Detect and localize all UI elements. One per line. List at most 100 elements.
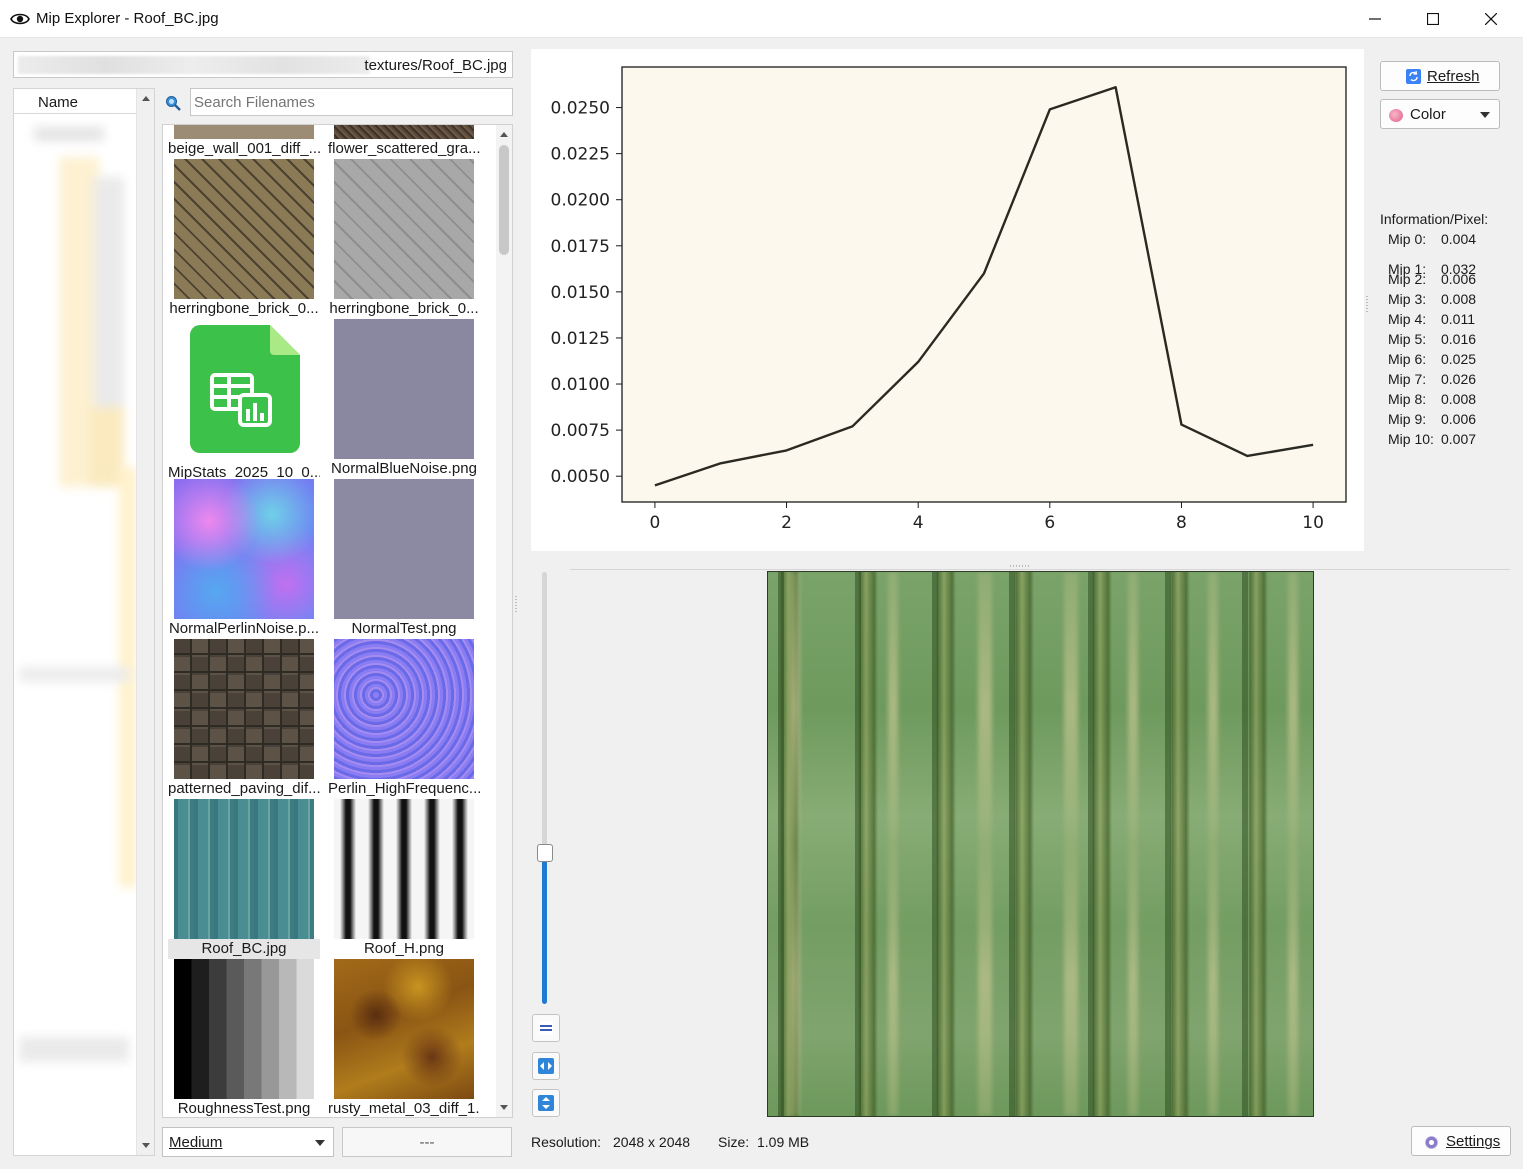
thumbnail-tile[interactable]: rusty_metal_03_diff_1... (328, 959, 480, 1117)
thumbnail-tile[interactable]: RoughnessTest.png (168, 959, 320, 1117)
refresh-button[interactable]: Refresh (1380, 61, 1500, 91)
color-label: Color (1410, 106, 1446, 123)
thumbnail-tile[interactable]: Perlin_HighFrequenc... (328, 639, 480, 799)
mip-info-row: Mip 8: 0.008 (1388, 391, 1498, 411)
redacted-tree-content (19, 127, 137, 1062)
scrollbar-thumb[interactable] (499, 145, 509, 255)
x-tick-label: 10 (1302, 513, 1324, 533)
thumbnail-tile[interactable]: beige_wall_001_diff_... (168, 125, 320, 159)
thumbnail-label: RoughnessTest.png (177, 1100, 311, 1117)
y-tick-label: 0.0150 (551, 283, 610, 303)
tree-scrollbar[interactable] (136, 89, 154, 1155)
mip-slider-fill (542, 852, 547, 1004)
thumbnail-tile[interactable]: NormalPerlinNoise.p... (168, 479, 320, 639)
folder-tree[interactable]: Name (13, 88, 155, 1156)
mip-info-chart: 0 2 4 6 8 10 0.0050 0.0075 0.0100 0.0125 0.0150 0.0… (531, 49, 1364, 551)
thumbnail-image (334, 959, 474, 1099)
mip-info-row: Mip 9: 0.006 (1388, 411, 1498, 431)
fit-width-button[interactable] (532, 1052, 560, 1080)
thumbnail-image (174, 959, 314, 1099)
tree-column-header[interactable]: Name (14, 89, 139, 114)
mip-info-label: Mip 4: (1388, 311, 1427, 327)
mip-info-value: 0.008 (1441, 291, 1477, 307)
close-button[interactable] (1462, 0, 1520, 38)
splitter-grip[interactable] (515, 596, 517, 612)
y-tick-label: 0.0175 (551, 237, 610, 257)
y-tick-label: 0.0250 (551, 99, 610, 119)
dash-button[interactable]: --- (342, 1127, 512, 1157)
window-title: Mip Explorer - Roof_BC.jpg (36, 10, 219, 27)
thumbnail-tile-selected[interactable]: Roof_BC.jpg (168, 799, 320, 959)
chevron-down-icon (1480, 112, 1490, 118)
mip-info-row: Mip 0: 0.004 (1388, 231, 1498, 251)
scroll-down-icon (142, 1143, 150, 1148)
thumbnail-label: Perlin_HighFrequenc... (328, 780, 480, 797)
settings-label: Settings (1446, 1133, 1501, 1150)
refresh-label: Refresh (1427, 68, 1480, 85)
mip-slider-handle[interactable] (537, 843, 553, 862)
splitter-grip[interactable] (1366, 296, 1368, 312)
thumbnail-tile[interactable]: herringbone_brick_0... (328, 159, 480, 319)
gear-icon (1425, 1136, 1438, 1149)
title-bar: Mip Explorer - Roof_BC.jpg (0, 0, 1523, 38)
settings-button[interactable]: Settings (1411, 1126, 1511, 1156)
thumbnail-tile[interactable]: NormalBlueNoise.png (328, 319, 480, 479)
mip-info-label: Mip 9: (1388, 411, 1427, 427)
chevron-down-icon (315, 1140, 325, 1146)
thumbnail-image (334, 159, 474, 299)
close-icon (1485, 13, 1497, 25)
thumbnail-image (174, 799, 314, 939)
fit-view-button[interactable] (532, 1014, 560, 1042)
thumbnail-tile[interactable]: Roof_H.png (328, 799, 480, 959)
fit-height-button[interactable] (532, 1089, 560, 1117)
search-input[interactable] (190, 88, 513, 116)
x-tick-label: 2 (781, 513, 792, 533)
thumbnail-tile[interactable]: herringbone_brick_0... (168, 159, 320, 319)
thumbnail-image (174, 159, 314, 299)
resolution-value: 2048 x 2048 (613, 1134, 691, 1150)
path-text: textures/Roof_BC.jpg (364, 57, 507, 74)
scroll-up-icon (500, 132, 508, 137)
mip-info-row: Mip 7: 0.026 (1388, 371, 1498, 391)
redacted-path-prefix (18, 56, 370, 74)
color-dropdown[interactable]: Color (1380, 99, 1500, 129)
thumbnail-label: Roof_H.png (363, 940, 445, 957)
quality-dropdown-value: Medium (169, 1134, 223, 1151)
thumbnail-label: rusty_metal_03_diff_1... (328, 1100, 480, 1117)
thumbnail-label: beige_wall_001_diff_... (168, 140, 320, 157)
y-tick-label: 0.0075 (551, 421, 610, 441)
minimize-icon (1369, 18, 1381, 20)
thumbnail-image (174, 479, 314, 619)
minimize-button[interactable] (1346, 0, 1404, 38)
thumbnail-tile[interactable]: MipStats_2025_10_0... (168, 319, 320, 483)
mip-info-label: Mip 8: (1388, 391, 1427, 407)
texture-preview[interactable] (767, 571, 1314, 1117)
thumbnail-grid[interactable]: beige_wall_001_diff_... flower_scattered… (162, 124, 513, 1118)
path-field[interactable]: textures/Roof_BC.jpg (13, 51, 513, 78)
thumbnail-tile[interactable]: flower_scattered_gra... (328, 125, 480, 159)
thumbnail-scrollbar[interactable] (496, 125, 512, 1117)
splitter-grip[interactable] (1010, 565, 1030, 567)
x-tick-label: 8 (1176, 513, 1187, 533)
scroll-up-icon (142, 96, 150, 101)
scroll-down-icon (500, 1105, 508, 1110)
thumbnail-label: herringbone_brick_0... (329, 300, 479, 317)
size-value: 1.09 MB (757, 1134, 810, 1150)
mip-info-label: Mip 2: (1388, 271, 1427, 287)
thumbnail-image (334, 125, 474, 139)
thumbnail-tile[interactable]: patterned_paving_dif... (168, 639, 320, 799)
thumbnail-label: NormalPerlinNoise.p... (168, 620, 320, 637)
y-tick-label: 0.0050 (551, 467, 610, 487)
thumbnail-label: herringbone_brick_0... (169, 300, 319, 317)
y-tick-label: 0.0200 (551, 191, 610, 211)
mip-info-row: Mip 3: 0.008 (1388, 291, 1498, 311)
eye-icon (10, 13, 30, 25)
quality-dropdown[interactable]: Medium (162, 1127, 334, 1157)
thumbnail-tile[interactable]: NormalTest.png (328, 479, 480, 639)
y-tick-label: 0.0100 (551, 375, 610, 395)
refresh-icon (1406, 69, 1421, 84)
thumbnail-image (334, 479, 474, 619)
thumbnail-image (174, 639, 314, 779)
thumbnail-image (334, 319, 474, 459)
maximize-button[interactable] (1404, 0, 1462, 38)
